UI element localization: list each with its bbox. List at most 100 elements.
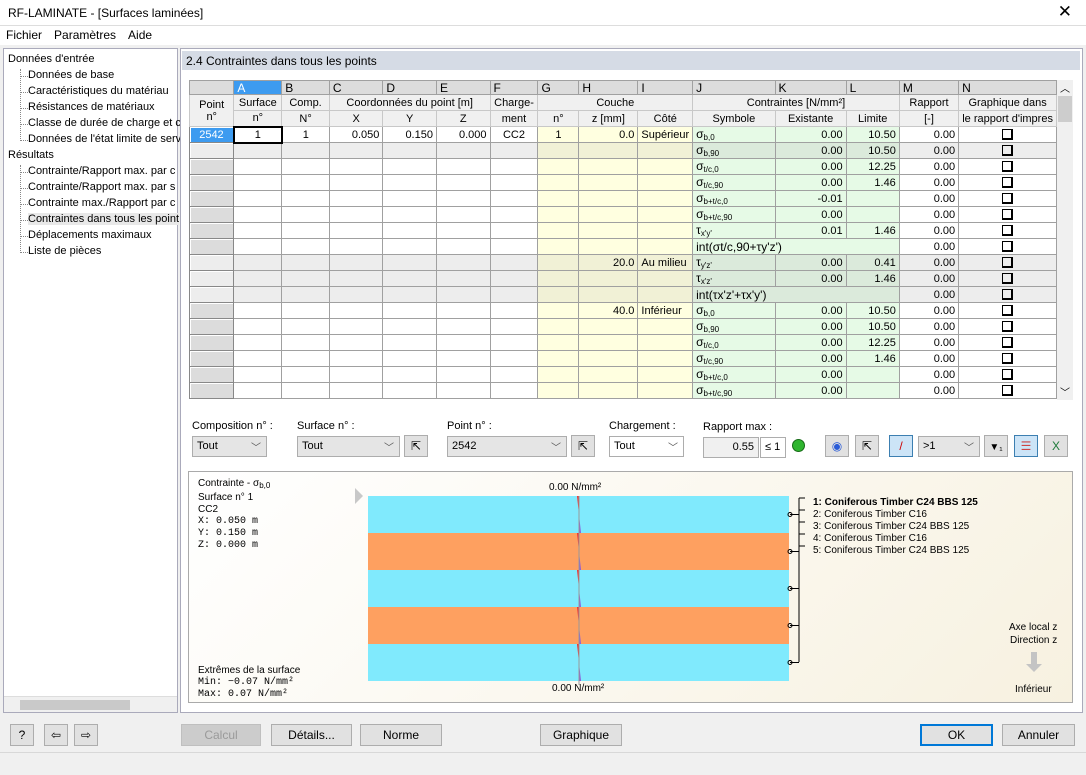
cell-ratio[interactable]: 0.00 <box>898 174 960 191</box>
column-letter-a[interactable]: A <box>233 80 283 95</box>
table-row[interactable]: σb+t/c,90 0.00 0.00 <box>189 382 1057 399</box>
next-button[interactable]: ⇨ <box>74 724 98 746</box>
cell-layer-z[interactable] <box>578 286 639 303</box>
cell-layer-z[interactable] <box>578 366 639 383</box>
cell-layer-no[interactable] <box>537 142 580 159</box>
cell-z[interactable] <box>435 238 491 255</box>
tree-item[interactable]: Contraintes dans tous les point <box>28 213 180 225</box>
table-row[interactable]: σb,90 0.00 10.50 0.00 <box>189 142 1057 159</box>
tree-item[interactable]: Résistances de matériaux <box>28 101 155 113</box>
cell-z[interactable] <box>435 334 491 351</box>
checkbox[interactable] <box>1002 321 1014 333</box>
pick-surface-button[interactable]: ⇱ <box>404 435 428 457</box>
cell-side[interactable] <box>637 270 694 287</box>
cell-limit[interactable]: 0.41 <box>845 254 900 271</box>
table-row[interactable]: int(σt/c,90+τy'z') 0.00 <box>189 238 1057 255</box>
cell-side[interactable] <box>637 174 694 191</box>
cell-layer-z[interactable] <box>578 270 639 287</box>
table-row[interactable]: σb,90 0.00 10.50 0.00 <box>189 318 1057 335</box>
cell-z[interactable] <box>435 350 491 367</box>
menu-fichier[interactable]: Fichier <box>0 26 48 42</box>
cell-z[interactable] <box>435 382 491 399</box>
cell-comp[interactable] <box>281 190 330 207</box>
close-icon[interactable]: ✕ <box>1058 2 1072 22</box>
cell-layer-z[interactable] <box>578 206 639 223</box>
cell-layer-no[interactable] <box>537 350 580 367</box>
cell-surface[interactable] <box>233 254 283 271</box>
row-header[interactable] <box>189 318 235 335</box>
cell-layer-no[interactable] <box>537 270 580 287</box>
cell-existing[interactable]: 0.00 <box>774 302 847 319</box>
cell-existing[interactable]: 0.00 <box>774 254 847 271</box>
cell-surface[interactable] <box>233 382 283 399</box>
cell-side[interactable] <box>637 366 694 383</box>
checkbox[interactable] <box>1002 257 1014 269</box>
checkbox[interactable] <box>1002 273 1014 285</box>
cell-graph-checkbox[interactable] <box>958 366 1057 383</box>
cell-z[interactable] <box>435 142 491 159</box>
cell-limit[interactable]: 1.46 <box>845 270 900 287</box>
cell-graph-checkbox[interactable] <box>958 142 1057 159</box>
cell-existing[interactable]: 0.00 <box>774 142 847 159</box>
column-letter-d[interactable]: D <box>382 80 437 95</box>
cell-existing[interactable]: -0.01 <box>774 190 847 207</box>
menu-aide[interactable]: Aide <box>122 26 158 42</box>
filter-toggle-button[interactable]: / <box>889 435 913 457</box>
cell-surface[interactable] <box>233 366 283 383</box>
cell-layer-z[interactable] <box>578 382 639 399</box>
cell-layer-z[interactable] <box>578 222 639 239</box>
checkbox[interactable] <box>1002 161 1014 173</box>
cell-layer-no[interactable] <box>537 334 580 351</box>
row-header[interactable] <box>189 334 235 351</box>
ratio-filter-select[interactable]: >1 ﹀ <box>918 436 980 457</box>
column-letter-e[interactable]: E <box>435 80 491 95</box>
cell-graph-checkbox[interactable] <box>958 318 1057 335</box>
cell-layer-z[interactable] <box>578 174 639 191</box>
row-header[interactable] <box>189 382 235 399</box>
cell-symbol[interactable]: σb,90 <box>692 318 776 335</box>
cell-graph-checkbox[interactable] <box>958 286 1057 303</box>
cell-existing[interactable]: 0.00 <box>774 318 847 335</box>
checkbox[interactable] <box>1002 129 1014 141</box>
cell-ratio[interactable]: 0.00 <box>898 302 960 319</box>
cell-loading[interactable] <box>489 318 539 335</box>
cell-side[interactable] <box>637 158 694 175</box>
checkbox[interactable] <box>1002 385 1014 397</box>
checkbox[interactable] <box>1002 225 1014 237</box>
cell-y[interactable]: 0.150 <box>382 126 437 143</box>
cell-limit[interactable] <box>845 366 900 383</box>
cell-graph-checkbox[interactable] <box>958 206 1057 223</box>
cell-ratio[interactable]: 0.00 <box>898 254 960 271</box>
cell-x[interactable] <box>328 270 384 287</box>
cell-loading[interactable] <box>489 286 539 303</box>
column-letter-m[interactable]: M <box>898 80 960 95</box>
tree-item[interactable]: Données de base <box>28 69 114 81</box>
column-letter-g[interactable]: G <box>537 80 580 95</box>
cell-loading[interactable] <box>489 350 539 367</box>
cell-x[interactable] <box>328 350 384 367</box>
row-header[interactable]: 2542 <box>189 126 235 143</box>
cell-comp[interactable] <box>281 254 330 271</box>
cell-existing[interactable]: 0.00 <box>774 206 847 223</box>
cell-x[interactable] <box>328 238 384 255</box>
column-letter-c[interactable]: C <box>328 80 384 95</box>
cell-graph-checkbox[interactable] <box>958 270 1057 287</box>
cell-x[interactable] <box>328 366 384 383</box>
cell-surface[interactable] <box>233 270 283 287</box>
cell-existing[interactable]: 0.00 <box>774 366 847 383</box>
row-header[interactable] <box>189 222 235 239</box>
checkbox[interactable] <box>1002 193 1014 205</box>
cell-layer-z[interactable] <box>578 334 639 351</box>
cell-existing[interactable]: 0.00 <box>774 382 847 399</box>
cell-graph-checkbox[interactable] <box>958 126 1057 143</box>
tree-item[interactable]: Liste de pièces <box>28 245 101 257</box>
column-letter-b[interactable]: B <box>281 80 330 95</box>
loading-select[interactable]: Tout ﹀ <box>609 436 684 457</box>
point-select[interactable]: 2542 ﹀ <box>447 436 567 457</box>
scrollbar-thumb[interactable] <box>20 700 130 710</box>
composition-select[interactable]: Tout ﹀ <box>192 436 267 457</box>
scroll-down-icon[interactable]: ﹀ <box>1060 384 1070 399</box>
cell-side[interactable] <box>637 206 694 223</box>
cell-surface[interactable] <box>233 302 283 319</box>
row-header[interactable] <box>189 206 235 223</box>
